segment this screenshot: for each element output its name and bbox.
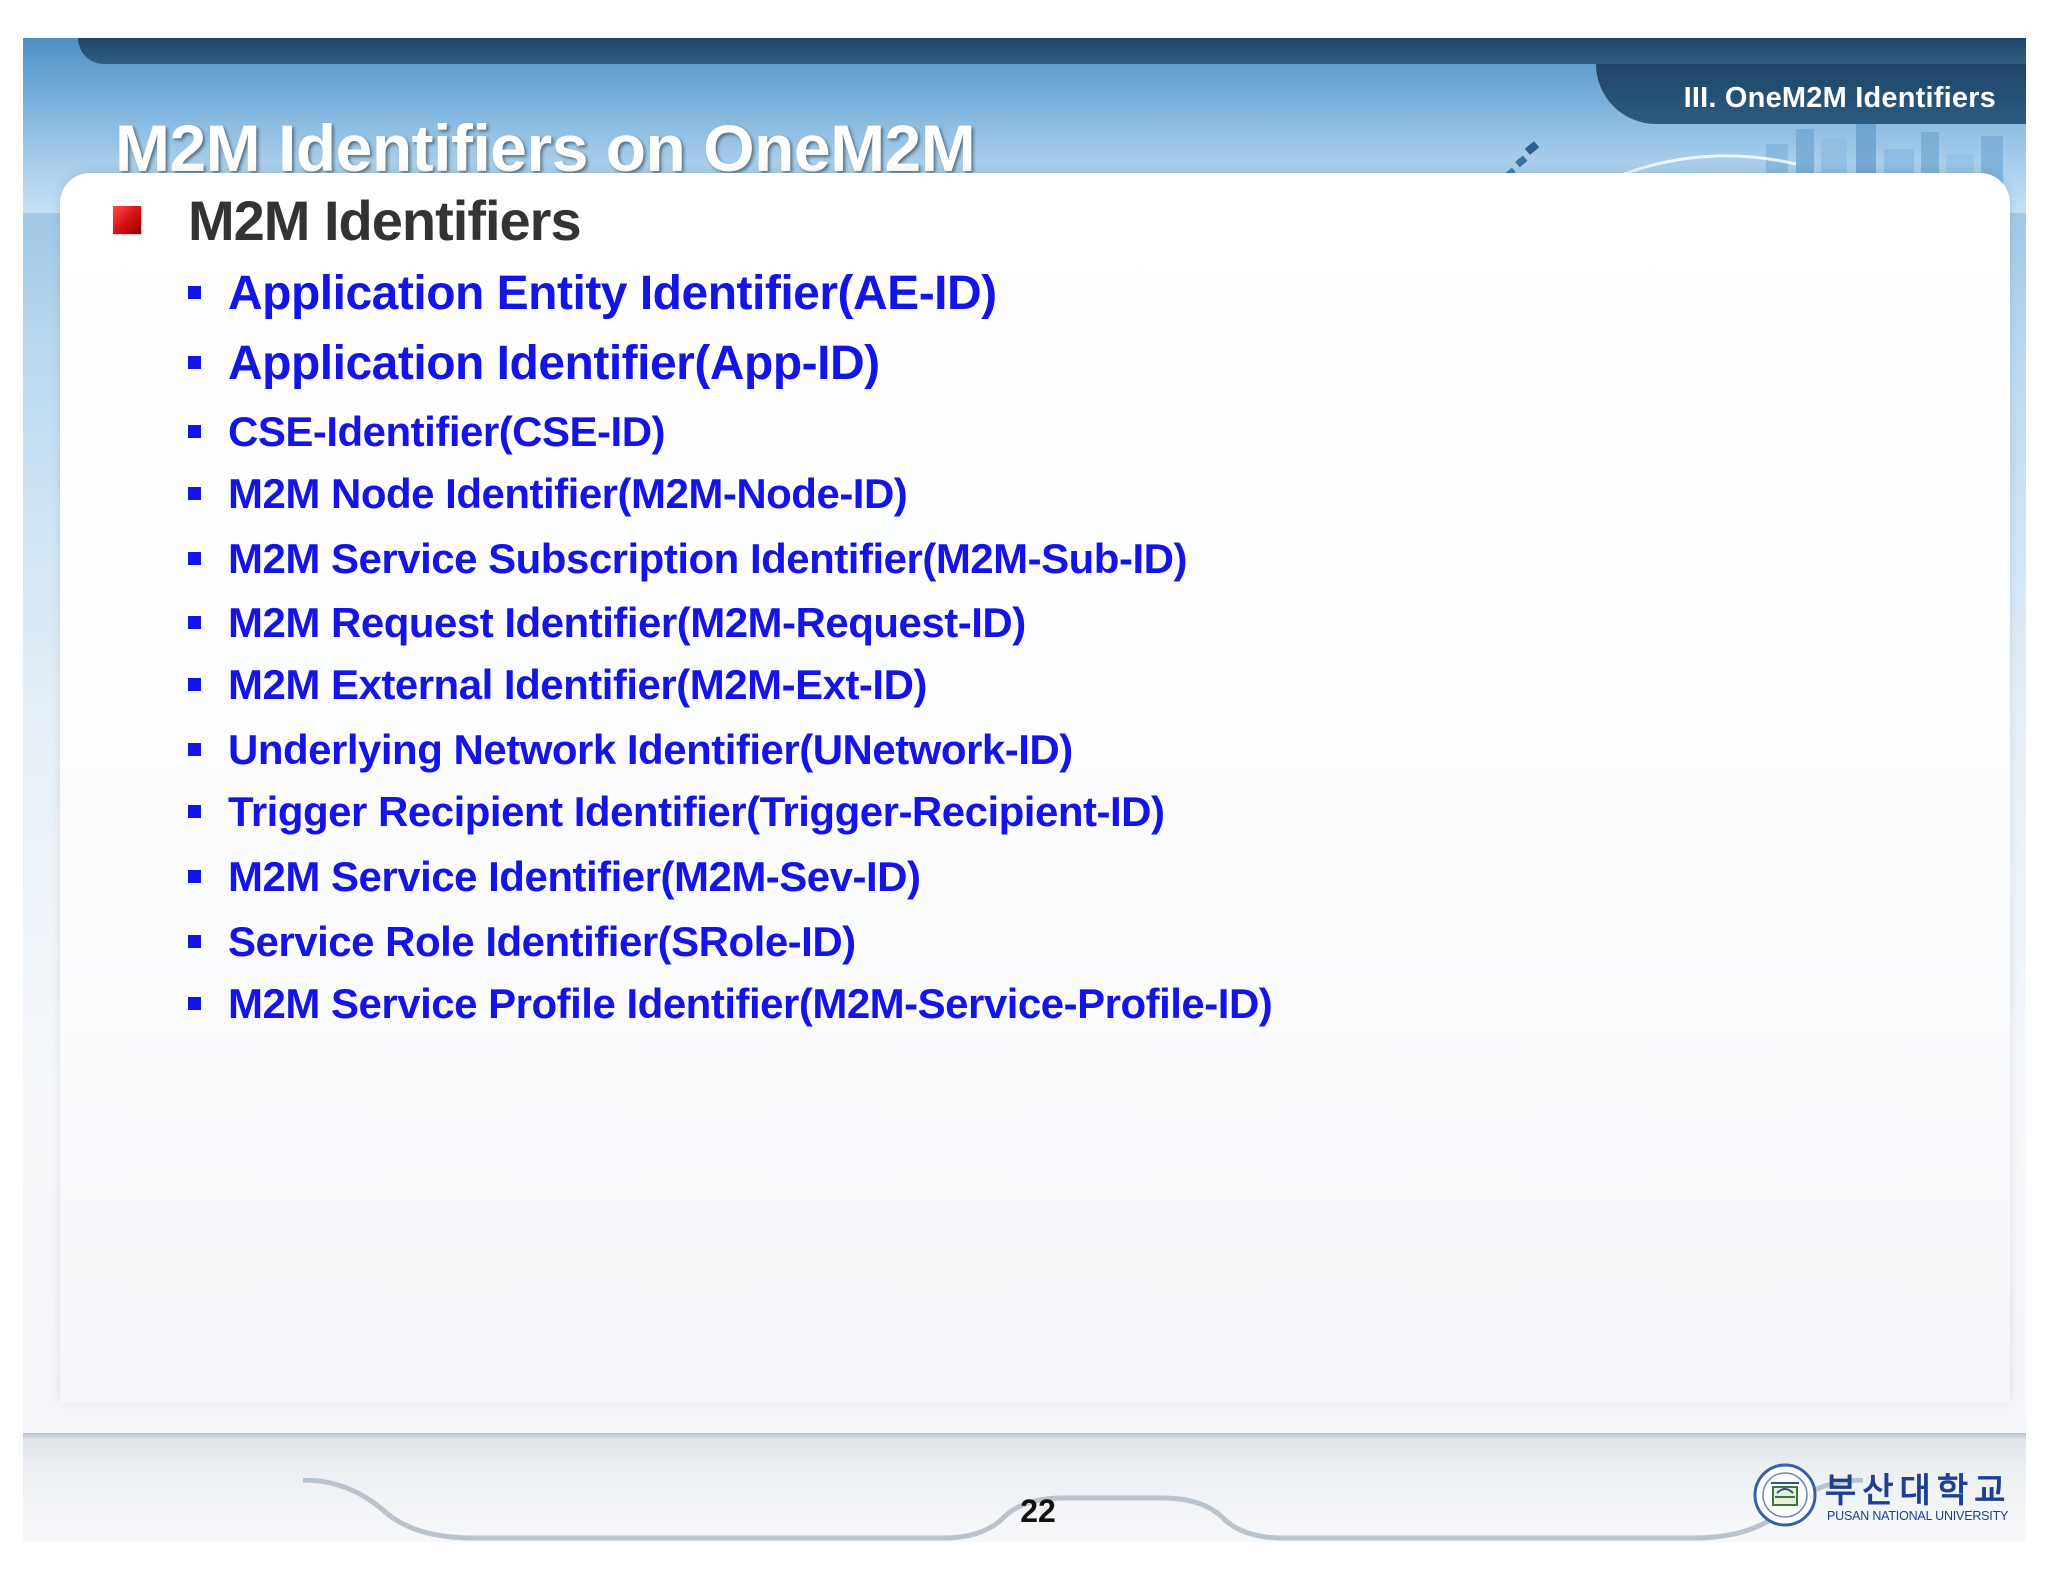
red-square-bullet-icon	[113, 206, 141, 234]
university-logo: 부산대학교 PUSAN NATIONAL UNIVERSITY	[1753, 1463, 2023, 1533]
section-tab: III. OneM2M Identifiers	[1596, 64, 2026, 124]
university-seal-icon	[1753, 1463, 1817, 1527]
blue-square-bullet-icon	[188, 616, 201, 629]
section-heading: M2M Identifiers	[188, 189, 582, 252]
blue-square-bullet-icon	[188, 552, 201, 565]
list-item-label: Trigger Recipient Identifier(Trigger-Rec…	[228, 788, 1165, 835]
list-item-label: M2M Request Identifier(M2M-Request-ID)	[228, 599, 1026, 646]
list-item-label: Application Entity Identifier(AE-ID)	[228, 267, 997, 320]
blue-square-bullet-icon	[188, 286, 201, 299]
blue-square-bullet-icon	[188, 805, 201, 818]
list-item-label: M2M Service Subscription Identifier(M2M-…	[228, 535, 1187, 582]
list-item-label: M2M Node Identifier(M2M-Node-ID)	[228, 470, 908, 517]
blue-square-bullet-icon	[188, 743, 201, 756]
section-label: III. OneM2M Identifiers	[1683, 82, 1996, 114]
header-dark-strip	[78, 38, 2026, 64]
blue-square-bullet-icon	[188, 870, 201, 883]
blue-square-bullet-icon	[188, 425, 201, 438]
list-item-label: Application Identifier(App-ID)	[228, 337, 880, 390]
list-item-label: M2M Service Identifier(M2M-Sev-ID)	[228, 853, 921, 900]
blue-square-bullet-icon	[188, 997, 201, 1010]
page-number: 22	[1020, 1493, 1056, 1529]
list-item-label: Underlying Network Identifier(UNetwork-I…	[228, 726, 1073, 773]
blue-square-bullet-icon	[188, 678, 201, 691]
list-item-label: CSE-Identifier(CSE-ID)	[228, 408, 666, 455]
university-name-english: PUSAN NATIONAL UNIVERSITY	[1827, 1509, 2009, 1523]
blue-square-bullet-icon	[188, 487, 201, 500]
footer-divider	[23, 1433, 2026, 1439]
list-item-label: M2M Service Profile Identifier(M2M-Servi…	[228, 980, 1273, 1027]
blue-square-bullet-icon	[188, 356, 201, 369]
slide: III. OneM2M Identifiers M2M Identifiers …	[23, 38, 2026, 1542]
university-name-korean: 부산대학교	[1825, 1471, 2012, 1511]
list-item-label: Service Role Identifier(SRole-ID)	[228, 918, 856, 965]
list-item-label: M2M External Identifier(M2M-Ext-ID)	[228, 661, 927, 708]
blue-square-bullet-icon	[188, 935, 201, 948]
